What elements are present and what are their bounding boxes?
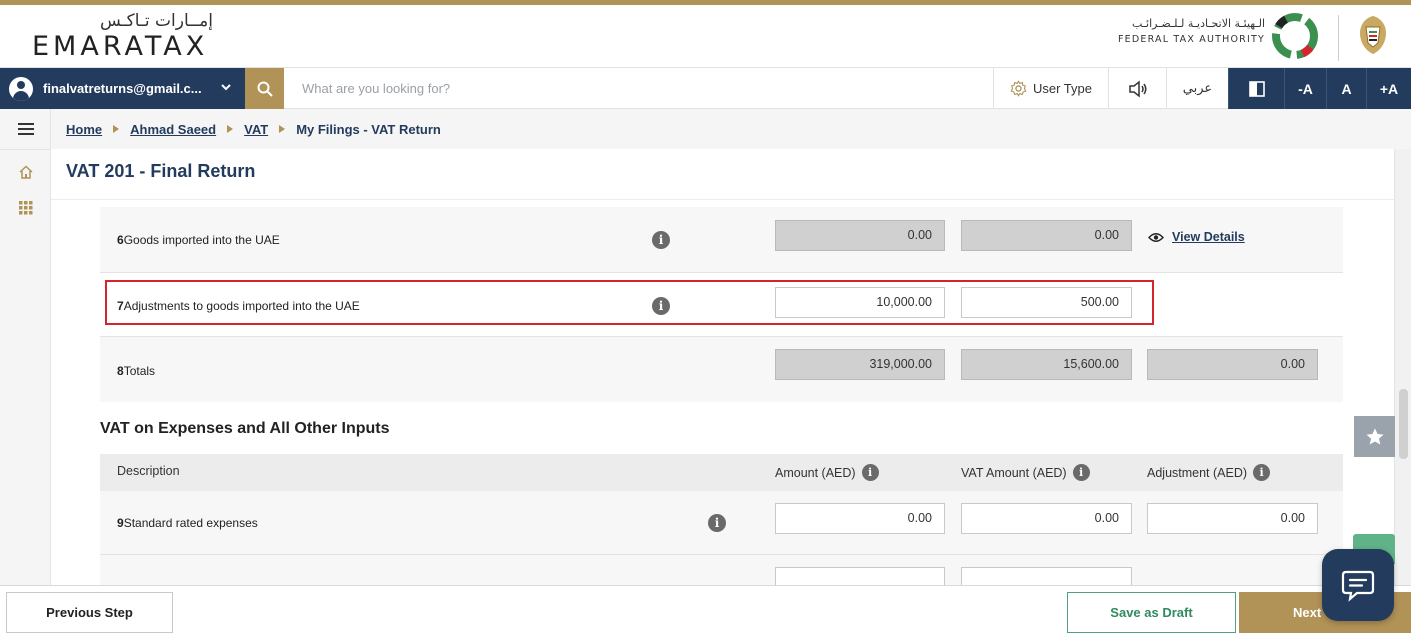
home-icon [18,165,33,179]
column-header-label: VAT Amount (AED) [961,465,1067,480]
highlight-box [105,280,1154,325]
sidebar-item-home[interactable] [0,154,51,190]
user-account-dropdown[interactable]: finalvatreturns@gmail.c... [0,68,245,109]
scrollbar[interactable] [1394,149,1411,585]
breadcrumb: Home Ahmad Saeed VAT My Filings - VAT Re… [51,109,1411,149]
fta-emblem-icon [1272,13,1318,59]
user-type-label: User Type [1032,81,1092,96]
info-icon[interactable]: i [652,231,670,249]
breadcrumb-home[interactable]: Home [66,122,102,137]
breadcrumb-taxpayer[interactable]: Ahmad Saeed [130,122,216,137]
column-header-label: Amount (AED) [775,465,856,480]
contrast-icon [1248,80,1265,97]
star-icon [1366,428,1383,444]
row-number: 6 [117,233,124,247]
font-increase-button[interactable]: +A [1366,68,1411,109]
row-label-text: Goods imported into the UAE [123,233,280,247]
column-header-vat-amount: VAT Amount (AED) i [961,464,1090,481]
table-row [100,555,1343,585]
row-number: 8 [117,364,124,378]
table-row: 6Goods imported into the UAE i 0.00 0.00… [100,207,1343,273]
user-avatar-icon [9,76,33,101]
user-type-button[interactable]: User Type [993,68,1108,109]
amount-field: 0.00 [775,220,945,251]
table-header: Description Amount (AED) i VAT Amount (A… [100,454,1343,491]
uae-emblem-icon [1360,16,1386,54]
user-email: finalvatreturns@gmail.c... [43,81,202,96]
fta-arabic-name: الـهيئـة الاتحـاديـة لـلـضـرائـب [1131,17,1265,30]
header-divider [1338,15,1339,61]
column-header-adjustment: Adjustment (AED) i [1147,464,1271,481]
view-details-label: View Details [1172,230,1245,244]
row-label: 6Goods imported into the UAE [117,233,280,247]
speaker-icon [1128,79,1146,98]
search-button[interactable] [245,68,284,109]
view-details-link[interactable]: View Details [1148,230,1245,244]
left-sidebar [0,109,51,585]
chevron-down-icon [221,84,231,91]
contrast-toggle-button[interactable] [1228,68,1284,109]
search-input[interactable] [288,73,888,103]
scrollbar-thumb[interactable] [1399,389,1408,459]
save-as-draft-button[interactable]: Save as Draft [1067,592,1236,633]
total-amount-field: 319,000.00 [775,349,945,380]
table-row: 9Standard rated expenses i 0.00 0.00 0.0… [100,491,1343,555]
column-header-amount: Amount (AED) i [775,464,879,481]
main-content: VAT 201 - Final Return 6Goods imported i… [51,149,1394,585]
breadcrumb-vat[interactable]: VAT [244,122,268,137]
table-row: 8Totals 319,000.00 15,600.00 0.00 [100,337,1343,402]
info-icon[interactable]: i [1253,464,1271,481]
chat-icon [1341,570,1375,602]
vat-amount-input[interactable] [961,567,1132,585]
top-toolbar: finalvatreturns@gmail.c... User Type [0,67,1411,109]
page-title: VAT 201 - Final Return [66,161,256,181]
vat-amount-field: 0.00 [961,220,1132,251]
breadcrumb-current: My Filings - VAT Return [296,121,441,137]
sidebar-item-apps[interactable] [0,190,51,226]
adjustment-input[interactable]: 0.00 [1147,503,1318,534]
vat-amount-input[interactable]: 0.00 [961,503,1132,534]
fta-english-name: FEDERAL TAX AUTHORITY [1118,34,1265,45]
logo-english[interactable]: EMARATAX [32,31,208,62]
column-header-label: Adjustment (AED) [1147,465,1248,480]
section-title: VAT on Expenses and All Other Inputs [100,420,390,437]
font-normal-button[interactable]: A [1326,68,1366,109]
previous-step-button[interactable]: Previous Step [6,592,173,633]
column-header-description: Description [117,464,180,478]
language-arabic-button[interactable]: عربي [1166,68,1228,109]
site-header: إمــارات تـاكـس EMARATAX الـهيئـة الاتحـ… [0,5,1411,67]
gear-icon [1010,80,1027,97]
row-label-text: Standard rated expenses [123,516,258,530]
info-icon[interactable]: i [708,514,726,532]
grid-icon [18,201,32,215]
expenses-table: 9Standard rated expenses i 0.00 0.00 0.0… [100,491,1343,585]
row-label-text: Totals [123,364,156,378]
row-number: 9 [117,516,124,530]
logo-arabic: إمــارات تـاكـس [100,11,213,31]
row-label: 9Standard rated expenses [117,516,258,530]
hamburger-icon [17,123,34,135]
amount-input[interactable]: 0.00 [775,503,945,534]
favorite-button[interactable] [1354,416,1395,457]
sidebar-divider [0,149,51,150]
info-icon[interactable]: i [1072,464,1090,481]
title-divider [51,199,1394,200]
row-label: 8Totals [117,364,155,378]
font-decrease-button[interactable]: -A [1284,68,1326,109]
breadcrumb-arrow-icon [227,125,234,133]
total-adjustment-field: 0.00 [1147,349,1318,380]
page: إمــارات تـاكـس EMARATAX الـهيئـة الاتحـ… [0,0,1411,638]
eye-icon [1148,232,1164,242]
breadcrumb-arrow-icon [279,125,286,133]
footer-bar: Previous Step Save as Draft Next [0,585,1411,638]
search-icon [257,81,273,97]
amount-input[interactable] [775,567,945,585]
info-icon[interactable]: i [861,464,879,481]
menu-toggle-button[interactable] [0,111,51,147]
fta-wordmark: الـهيئـة الاتحـاديـة لـلـضـرائـب FEDERAL… [1118,17,1265,45]
total-vat-amount-field: 15,600.00 [961,349,1132,380]
chat-button[interactable] [1322,549,1394,621]
breadcrumb-arrow-icon [113,125,120,133]
read-aloud-button[interactable] [1108,68,1166,109]
